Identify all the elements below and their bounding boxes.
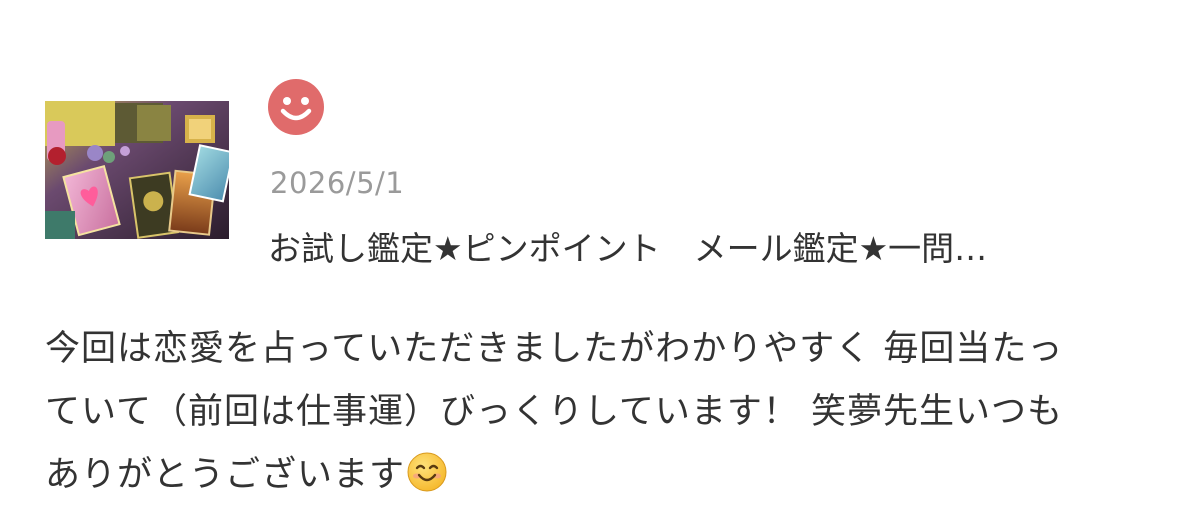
service-title-link[interactable]: お試し鑑定★ピンポイント メール鑑定★一問… xyxy=(268,222,1168,270)
review-body-line: ていて（前回は仕事運）びっくりしています！ 笑夢先生いつも xyxy=(45,392,1064,432)
smile-face-icon xyxy=(268,79,324,135)
review-body-line-last: ありがとうございます xyxy=(45,444,1165,507)
review-body-line-text: ありがとうございます xyxy=(45,455,406,495)
review-date: 2026/5/1 xyxy=(270,166,405,200)
review-body: 今回は恋愛を占っていただきましたがわかりやすく 毎回当たっ ていて（前回は仕事運… xyxy=(45,318,1165,507)
review-body-line: 今回は恋愛を占っていただきましたがわかりやすく 毎回当たっ xyxy=(45,329,1064,369)
review-card: 2026/5/1 お試し鑑定★ピンポイント メール鑑定★一問… 今回は恋愛を占っ… xyxy=(0,0,1200,527)
service-thumbnail[interactable] xyxy=(45,101,229,239)
smiling-face-emoji-icon xyxy=(407,452,447,492)
